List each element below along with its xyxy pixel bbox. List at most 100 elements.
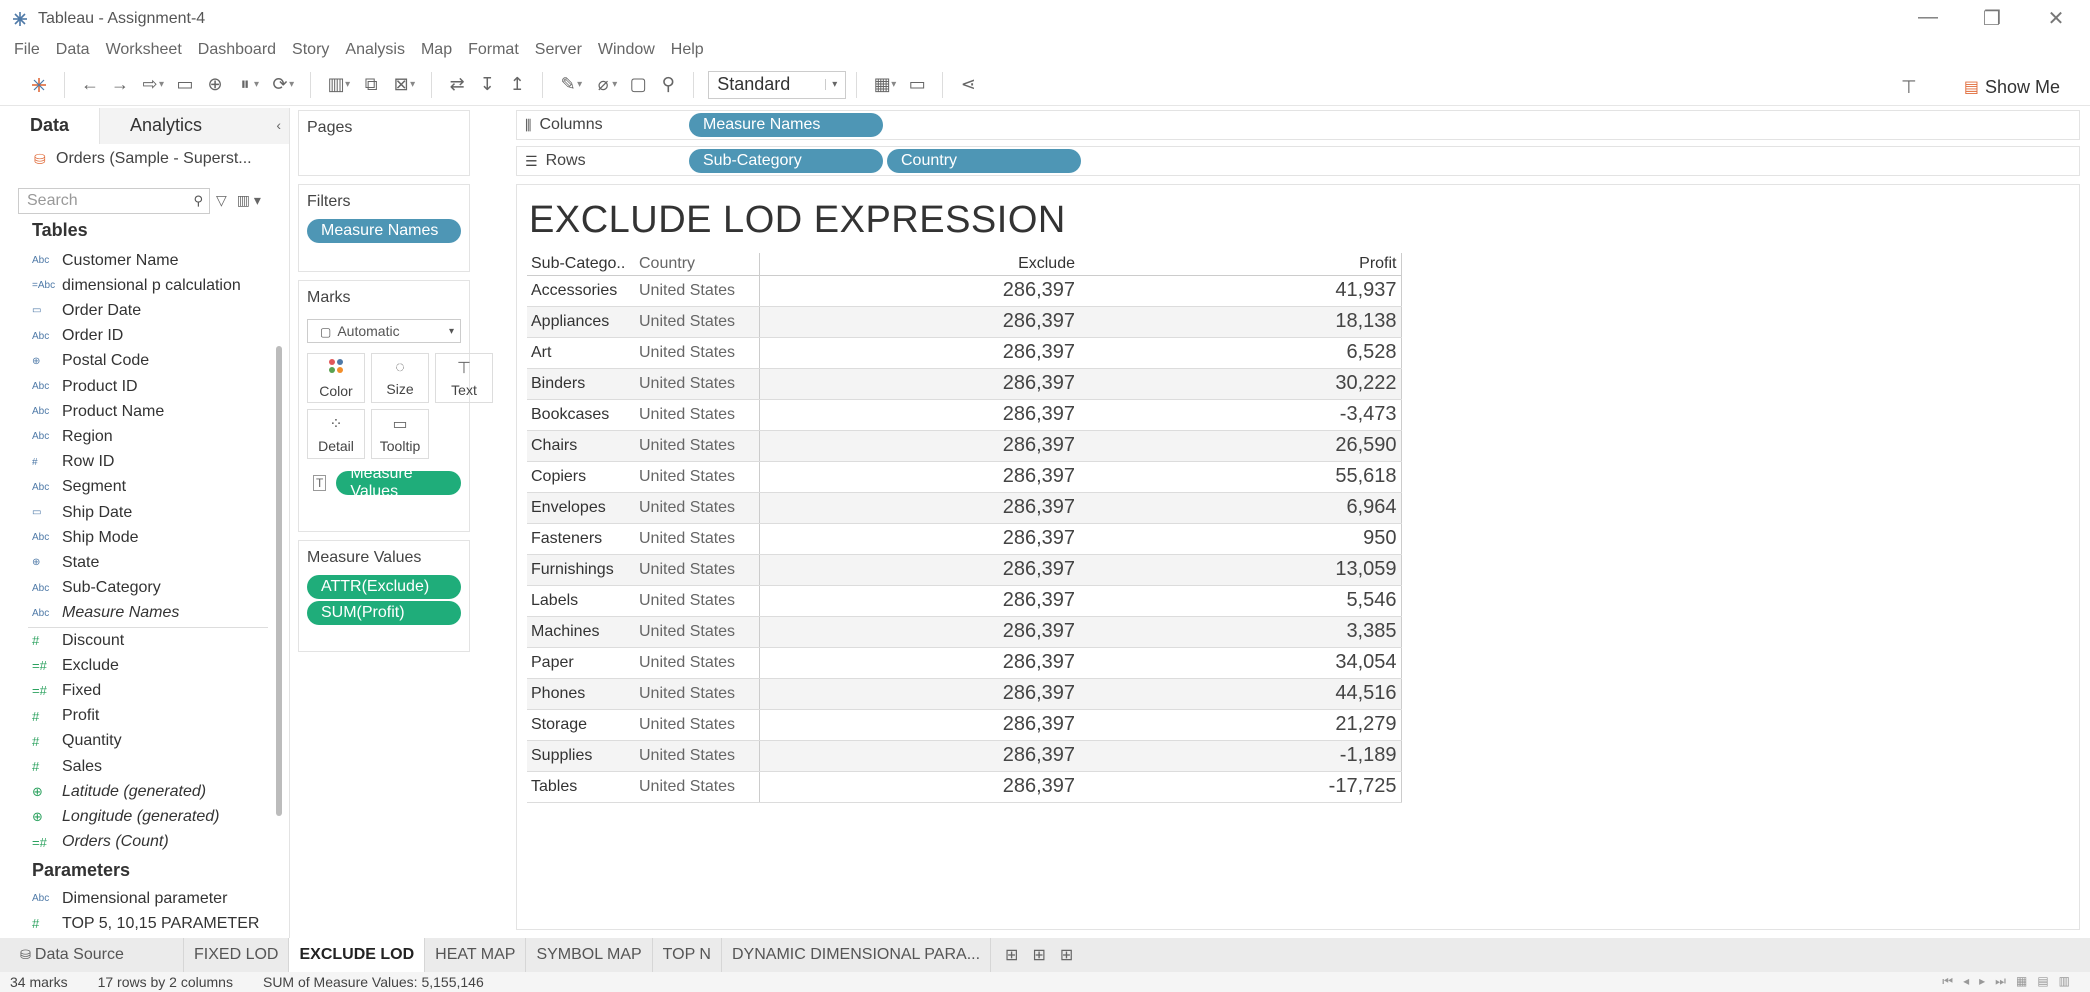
cell-profit[interactable]: 55,618 xyxy=(1079,461,1402,493)
field-product-name[interactable]: Abc Product Name xyxy=(32,399,164,424)
tab-data-source[interactable]: ⛁ Data Source xyxy=(10,938,184,972)
fix-axes-icon[interactable]: ⚲ xyxy=(653,70,683,100)
field-dimensional-p-calculation[interactable]: =Abc dimensional p calculation xyxy=(32,273,241,298)
tab-fixed-lod[interactable]: FIXED LOD xyxy=(184,938,290,972)
cell-exclude[interactable]: 286,397 xyxy=(759,616,1079,648)
field-row-id[interactable]: # Row ID xyxy=(32,450,114,475)
cell-profit[interactable]: 5,546 xyxy=(1079,585,1402,617)
cell-exclude[interactable]: 286,397 xyxy=(759,368,1079,400)
data-pane-scrollbar[interactable] xyxy=(276,346,282,816)
tab-analytics[interactable]: Analytics xyxy=(100,107,289,144)
table-row[interactable]: Art United States 286,397 6,528 xyxy=(527,337,1402,369)
cell-country[interactable]: United States xyxy=(635,306,760,338)
mark-type-select[interactable]: ▢ Automatic ▾ xyxy=(307,319,461,343)
save-icon[interactable]: ▭ xyxy=(170,70,200,100)
menu-worksheet[interactable]: Worksheet xyxy=(106,41,182,59)
field-longitude-generated[interactable]: ⊕ Longitude (generated) xyxy=(32,804,219,829)
field-product-id[interactable]: Abc Product ID xyxy=(32,374,138,399)
tab-top-n[interactable]: TOP N xyxy=(653,938,722,972)
table-row[interactable]: Chairs United States 286,397 26,590 xyxy=(527,430,1402,462)
redo-icon[interactable]: → xyxy=(105,70,135,100)
field-discount[interactable]: # Discount xyxy=(32,628,124,653)
columns-shelf[interactable]: ⫼ Columns Measure Names xyxy=(516,110,2080,140)
cell-country[interactable]: United States xyxy=(635,647,760,679)
cell-profit[interactable]: 30,222 xyxy=(1079,368,1402,400)
cell-exclude[interactable]: 286,397 xyxy=(759,492,1079,524)
cell-country[interactable]: United States xyxy=(635,368,760,400)
cell-sub-category[interactable]: Phones xyxy=(527,678,635,710)
parameter-top-5-10-15-parameter[interactable]: # TOP 5, 10,15 PARAMETER xyxy=(32,911,259,936)
table-row[interactable]: Labels United States 286,397 5,546 xyxy=(527,585,1402,617)
presentation-mode-icon[interactable]: ▭ xyxy=(902,70,932,100)
cell-sub-category[interactable]: Tables xyxy=(527,771,635,803)
swap-rows-columns-icon[interactable]: ⇄ xyxy=(442,70,472,100)
data-source-item[interactable]: ⛁ Orders (Sample - Superst... xyxy=(0,144,289,174)
duplicate-sheet-icon[interactable]: ⧉ xyxy=(356,70,386,100)
last-sheet-icon[interactable]: ⏭ xyxy=(1995,974,2006,989)
row-pill-sub-category[interactable]: Sub-Category xyxy=(689,149,883,173)
new-dashboard-icon[interactable]: ⊞ xyxy=(1032,945,1045,965)
column-pill-measure-names[interactable]: Measure Names xyxy=(689,113,883,137)
filter-icon[interactable]: ▽ xyxy=(216,192,227,209)
cell-profit[interactable]: 21,279 xyxy=(1079,709,1402,741)
marks-text-button[interactable]: ⊤ Text xyxy=(435,353,493,403)
cell-exclude[interactable]: 286,397 xyxy=(759,709,1079,741)
sort-ascending-icon[interactable]: ↧ xyxy=(472,70,502,100)
table-row[interactable]: Fasteners United States 286,397 950 xyxy=(527,523,1402,555)
table-row[interactable]: Machines United States 286,397 3,385 xyxy=(527,616,1402,648)
fit-select[interactable]: Standard ▾ xyxy=(708,70,847,99)
table-row[interactable]: Appliances United States 286,397 18,138 xyxy=(527,306,1402,338)
menu-story[interactable]: Story xyxy=(292,41,329,59)
cell-exclude[interactable]: 286,397 xyxy=(759,306,1079,338)
cell-profit[interactable]: 34,054 xyxy=(1079,647,1402,679)
field-customer-name[interactable]: Abc Customer Name xyxy=(32,248,178,273)
tab-heat-map[interactable]: HEAT MAP xyxy=(425,938,527,972)
field-segment[interactable]: Abc Segment xyxy=(32,475,126,500)
field-order-date[interactable]: ▭ Order Date xyxy=(32,298,141,323)
cell-sub-category[interactable]: Furnishings xyxy=(527,554,635,586)
show-filmstrip-icon[interactable]: ▤ xyxy=(2037,974,2048,989)
field-sales[interactable]: # Sales xyxy=(32,754,102,779)
view-options-icon[interactable]: ▥ ▾ xyxy=(237,192,261,209)
table-row[interactable]: Tables United States 286,397 -17,725 xyxy=(527,771,1402,803)
cell-sub-category[interactable]: Envelopes xyxy=(527,492,635,524)
cell-country[interactable]: United States xyxy=(635,399,760,431)
cell-exclude[interactable]: 286,397 xyxy=(759,647,1079,679)
field-profit[interactable]: # Profit xyxy=(32,704,99,729)
field-order-id[interactable]: Abc Order ID xyxy=(32,324,123,349)
cell-profit[interactable]: 13,059 xyxy=(1079,554,1402,586)
tab-symbol-map[interactable]: SYMBOL MAP xyxy=(526,938,653,972)
cell-country[interactable]: United States xyxy=(635,740,760,772)
cell-sub-category[interactable]: Chairs xyxy=(527,430,635,462)
cell-exclude[interactable]: 286,397 xyxy=(759,399,1079,431)
share-icon[interactable]: ⋖ xyxy=(953,70,983,100)
cell-sub-category[interactable]: Appliances xyxy=(527,306,635,338)
cell-exclude[interactable]: 286,397 xyxy=(759,554,1079,586)
cell-exclude[interactable]: 286,397 xyxy=(759,523,1079,555)
table-row[interactable]: Copiers United States 286,397 55,618 xyxy=(527,461,1402,493)
field-postal-code[interactable]: ⊕ Postal Code xyxy=(32,349,149,374)
cell-sub-category[interactable]: Supplies xyxy=(527,740,635,772)
tab-data[interactable]: Data xyxy=(0,107,101,144)
menu-data[interactable]: Data xyxy=(56,41,90,59)
close-button[interactable]: ✕ xyxy=(2042,6,2070,31)
cell-sub-category[interactable]: Fasteners xyxy=(527,523,635,555)
cell-exclude[interactable]: 286,397 xyxy=(759,678,1079,710)
tooltip-pin-icon[interactable]: ⊤ xyxy=(1894,72,1924,102)
menu-analysis[interactable]: Analysis xyxy=(345,41,405,59)
field-ship-date[interactable]: ▭ Ship Date xyxy=(32,500,132,525)
filters-card[interactable]: Filters Measure Names xyxy=(298,184,470,272)
tab-exclude-lod[interactable]: EXCLUDE LOD xyxy=(289,938,426,972)
cell-country[interactable]: United States xyxy=(635,771,760,803)
cell-country[interactable]: United States xyxy=(635,461,760,493)
header-exclude[interactable]: Exclude xyxy=(759,253,1079,276)
collapse-pane-icon[interactable]: ‹ xyxy=(276,117,281,133)
menu-help[interactable]: Help xyxy=(671,41,704,59)
show-sheet-sorter-icon[interactable]: ▦ xyxy=(2016,974,2027,989)
cell-country[interactable]: United States xyxy=(635,585,760,617)
menu-dashboard[interactable]: Dashboard xyxy=(198,41,276,59)
cell-profit[interactable]: -1,189 xyxy=(1079,740,1402,772)
field-fixed[interactable]: =# Fixed xyxy=(32,678,101,703)
field-ship-mode[interactable]: Abc Ship Mode xyxy=(32,525,139,550)
field-latitude-generated[interactable]: ⊕ Latitude (generated) xyxy=(32,779,206,804)
